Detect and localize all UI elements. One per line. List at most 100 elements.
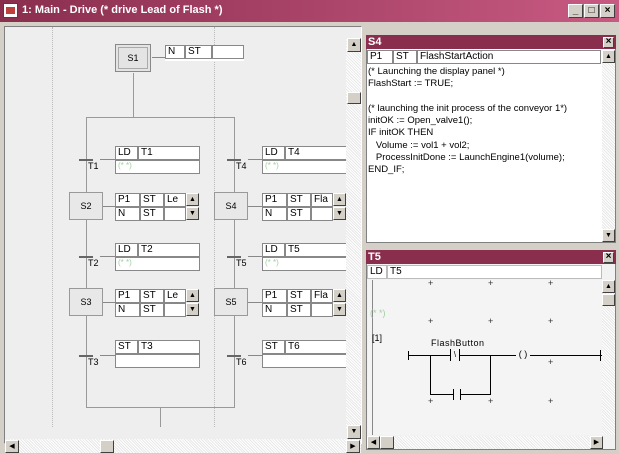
transition-language[interactable]: LD	[115, 146, 138, 160]
step-s4[interactable]: S4	[214, 192, 248, 220]
action-qualifier[interactable]: P1	[262, 289, 287, 303]
action-name-cell[interactable]	[164, 303, 186, 317]
action-language[interactable]: ST	[287, 303, 311, 317]
s4-vertical-scrollbar[interactable]	[602, 50, 615, 242]
transition-label[interactable]: T1	[138, 146, 200, 160]
link	[133, 73, 134, 117]
action-qualifier[interactable]: P1	[115, 289, 140, 303]
scroll-right-icon[interactable]: ▶	[590, 436, 603, 449]
action-language[interactable]: ST	[140, 303, 164, 317]
scroll-thumb[interactable]	[380, 436, 394, 449]
contact-icon[interactable]	[453, 389, 461, 400]
negated-contact-icon[interactable]: \	[450, 349, 460, 361]
transition-language[interactable]: LD	[367, 265, 387, 279]
action-name[interactable]: Fla	[311, 289, 333, 303]
transition-language[interactable]: ST	[115, 340, 138, 354]
initial-step-s1[interactable]: S1	[115, 44, 151, 72]
scroll-down-icon[interactable]: ▼	[186, 303, 199, 316]
scroll-up-icon[interactable]: ▲	[333, 193, 346, 206]
scroll-right-icon[interactable]: ▶	[346, 440, 360, 453]
action-qualifier[interactable]: P1	[262, 193, 287, 207]
action-language[interactable]: ST	[287, 207, 311, 221]
scroll-left-icon[interactable]: ◀	[367, 436, 380, 449]
action-name-cell[interactable]	[164, 207, 186, 221]
scroll-down-icon[interactable]: ▼	[186, 207, 199, 220]
action-qualifier[interactable]: N	[262, 303, 287, 317]
action-qualifier[interactable]: N	[165, 45, 185, 59]
action-language[interactable]: ST	[185, 45, 212, 59]
scroll-up-icon[interactable]: ▲	[333, 289, 346, 302]
code-line: END_IF;	[368, 164, 405, 176]
transition-name: T4	[236, 161, 247, 171]
action-name[interactable]: FlashStartAction	[417, 50, 601, 64]
transition-label[interactable]: T2	[138, 243, 200, 257]
scroll-up-icon[interactable]: ▲	[602, 280, 615, 293]
action-qualifier[interactable]: N	[115, 303, 140, 317]
transition-label[interactable]: T5	[387, 265, 602, 279]
action-language[interactable]: ST	[140, 289, 164, 303]
transition-label[interactable]: T6	[285, 340, 347, 354]
action-name-cell[interactable]	[212, 45, 244, 59]
action-qualifier[interactable]: P1	[115, 193, 140, 207]
scroll-down-icon[interactable]: ▼	[602, 229, 615, 242]
scroll-thumb[interactable]	[347, 92, 361, 104]
minimize-button[interactable]: _	[568, 4, 583, 18]
scroll-up-icon[interactable]: ▲	[186, 193, 199, 206]
transition-label[interactable]: T5	[285, 243, 347, 257]
action-qualifier[interactable]: P1	[367, 50, 393, 64]
scroll-thumb[interactable]	[100, 440, 114, 453]
ld-editor[interactable]: + + + (* *) + + + [1] FlashButton \ ( ) …	[368, 280, 602, 435]
st-code-editor[interactable]: (* Launching the display panel *) FlashS…	[368, 66, 602, 242]
transition-link	[100, 256, 115, 257]
action-qualifier[interactable]: N	[262, 207, 287, 221]
scroll-down-icon[interactable]: ▼	[333, 303, 346, 316]
action-name[interactable]: Le	[164, 193, 186, 207]
close-button[interactable]: ×	[600, 4, 615, 18]
step-s5[interactable]: S5	[214, 288, 248, 316]
action-language[interactable]: ST	[287, 289, 311, 303]
scroll-up-icon[interactable]: ▲	[602, 50, 615, 63]
action-name-cell[interactable]	[311, 303, 333, 317]
transition-comment: (* *)	[118, 258, 132, 267]
step-s2[interactable]: S2	[69, 192, 103, 220]
code-line: (* launching the init process of the con…	[368, 102, 568, 114]
transition-language[interactable]: LD	[115, 243, 138, 257]
sfc-diagram-panel[interactable]	[4, 26, 362, 444]
sfc-horizontal-scrollbar[interactable]	[5, 439, 361, 453]
close-icon[interactable]: ×	[603, 252, 614, 263]
transition-language[interactable]: ST	[262, 340, 285, 354]
scroll-up-icon[interactable]: ▲	[347, 38, 361, 52]
action-box-bottom	[165, 59, 244, 61]
action-language[interactable]: ST	[140, 207, 164, 221]
action-name-cell[interactable]	[311, 207, 333, 221]
transition-label[interactable]: T4	[285, 146, 347, 160]
scroll-up-icon[interactable]: ▲	[186, 289, 199, 302]
app-icon[interactable]	[3, 3, 18, 18]
transition-body[interactable]	[262, 354, 347, 368]
action-link	[103, 302, 115, 303]
grid-marker: +	[548, 357, 554, 367]
action-name[interactable]: Le	[164, 289, 186, 303]
close-icon[interactable]: ×	[603, 37, 614, 48]
action-language[interactable]: ST	[140, 193, 164, 207]
transition-label[interactable]: T3	[138, 340, 200, 354]
grid-marker: +	[428, 280, 434, 288]
transition-language[interactable]: LD	[262, 146, 285, 160]
scroll-left-icon[interactable]: ◀	[5, 440, 19, 453]
scroll-down-icon[interactable]: ▼	[333, 207, 346, 220]
action-language[interactable]: ST	[287, 193, 311, 207]
step-s3[interactable]: S3	[69, 288, 103, 316]
scroll-down-icon[interactable]: ▼	[347, 425, 361, 439]
code-line: initOK := Open_valve1();	[368, 115, 473, 127]
maximize-button[interactable]: □	[584, 4, 599, 18]
action-language[interactable]: ST	[393, 50, 417, 64]
t5-horizontal-scrollbar[interactable]	[367, 436, 602, 449]
action-link	[248, 302, 262, 303]
transition-body[interactable]	[115, 354, 200, 368]
coil-icon[interactable]: ( )	[516, 349, 530, 361]
action-name[interactable]: Fla	[311, 193, 333, 207]
rung-end	[408, 351, 409, 360]
transition-language[interactable]: LD	[262, 243, 285, 257]
action-qualifier[interactable]: N	[115, 207, 140, 221]
scroll-thumb[interactable]	[602, 294, 615, 306]
